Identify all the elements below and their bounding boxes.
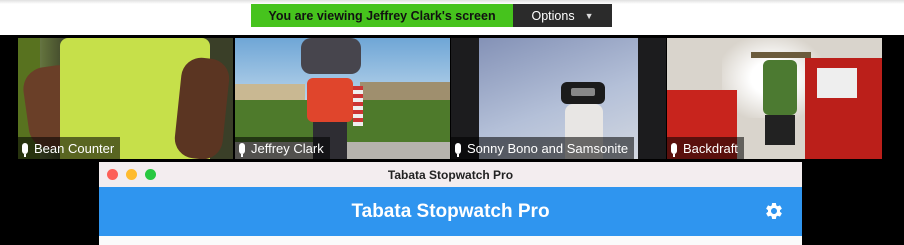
participant-name: Backdraft xyxy=(683,140,738,156)
close-window-button[interactable] xyxy=(107,169,118,180)
app-title: Tabata Stopwatch Pro xyxy=(351,200,550,222)
screen-share-text: You are viewing Jeffrey Clark's screen xyxy=(251,4,513,27)
window-controls xyxy=(107,169,156,180)
video-tile[interactable]: Bean Counter xyxy=(18,38,233,159)
microphone-icon xyxy=(22,142,28,157)
app-content xyxy=(99,236,802,245)
participant-name-label: Sonny Bono and Samsonite xyxy=(451,137,635,159)
chevron-down-icon: ▼ xyxy=(584,10,594,21)
minimize-window-button[interactable] xyxy=(126,169,137,180)
video-tile[interactable]: Sonny Bono and Samsonite xyxy=(451,38,666,159)
participant-name-label: Bean Counter xyxy=(18,137,121,159)
video-tile[interactable]: Jeffrey Clark xyxy=(235,38,450,159)
microphone-icon xyxy=(455,142,461,157)
zoom-window-button[interactable] xyxy=(145,169,156,180)
screen-share-banner: You are viewing Jeffrey Clark's screen O… xyxy=(251,4,612,27)
gear-icon[interactable] xyxy=(764,201,784,221)
microphone-icon xyxy=(239,142,245,157)
app-header: Tabata Stopwatch Pro xyxy=(99,187,802,236)
shared-app-window: Tabata Stopwatch Pro Tabata Stopwatch Pr… xyxy=(99,162,802,245)
video-tile[interactable]: Backdraft xyxy=(667,38,882,159)
meeting-top-bar: You are viewing Jeffrey Clark's screen O… xyxy=(0,0,904,35)
options-label: Options xyxy=(531,8,575,23)
participant-name-label: Jeffrey Clark xyxy=(235,137,330,159)
window-title: Tabata Stopwatch Pro xyxy=(387,167,514,182)
microphone-icon xyxy=(671,142,677,157)
participant-name: Jeffrey Clark xyxy=(251,140,324,156)
participant-name: Sonny Bono and Samsonite xyxy=(467,140,629,156)
participant-name-label: Backdraft xyxy=(667,137,744,159)
window-titlebar: Tabata Stopwatch Pro xyxy=(99,162,802,187)
view-options-button[interactable]: Options ▼ xyxy=(513,4,612,27)
participant-name: Bean Counter xyxy=(34,140,115,156)
